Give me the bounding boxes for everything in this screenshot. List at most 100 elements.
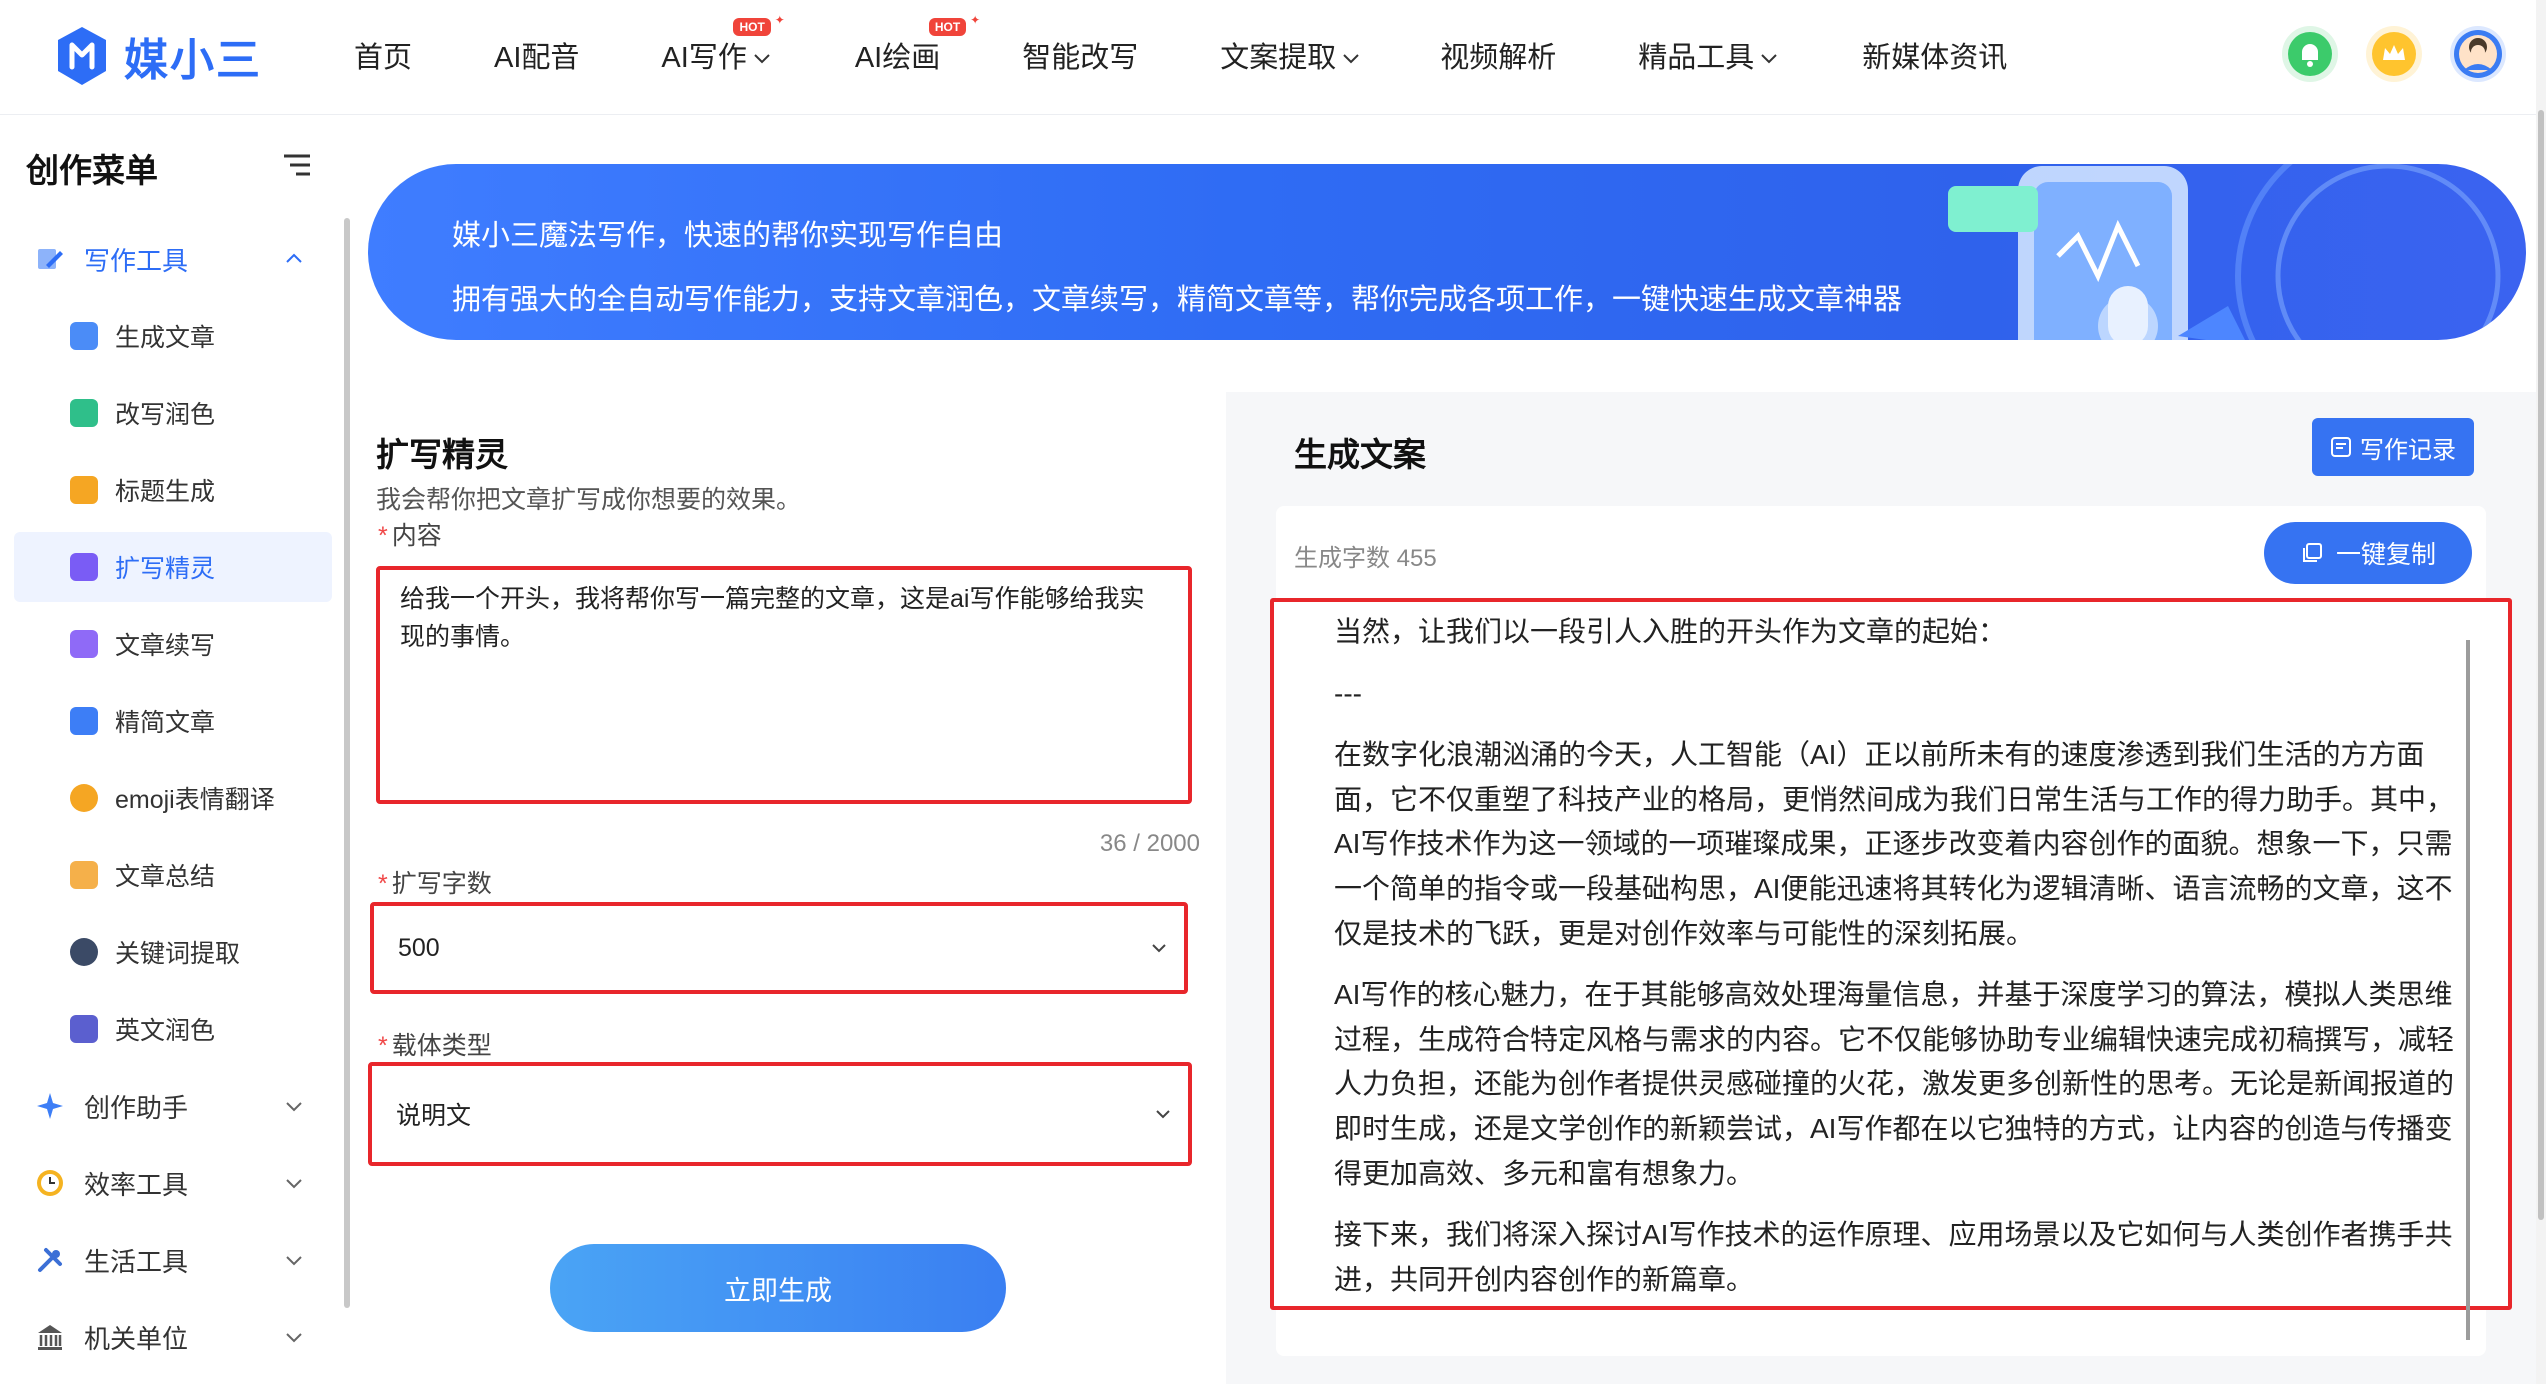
nav-ai-drawing[interactable]: AI绘画 HOT bbox=[854, 12, 981, 80]
content-label-text: 内容 bbox=[391, 522, 442, 550]
sidebar-item-generate-article[interactable]: 生成文章 bbox=[14, 301, 332, 371]
hot-badge: HOT bbox=[733, 12, 785, 36]
nav-home[interactable]: 首页 bbox=[354, 36, 412, 80]
nav-media-news[interactable]: 新媒体资讯 bbox=[1862, 36, 2007, 80]
nav-label: 视频解析 bbox=[1440, 42, 1557, 74]
output-paragraph: --- bbox=[1334, 677, 1362, 709]
brand-name: 媒小三 bbox=[124, 36, 262, 85]
nav-label: 精品工具 bbox=[1638, 42, 1755, 74]
tools-icon bbox=[38, 1248, 62, 1272]
nav-text-extract[interactable]: 文案提取 bbox=[1220, 36, 1362, 80]
sidebar-group-writing-tools[interactable]: 写作工具 bbox=[0, 224, 340, 294]
output-paragraph: 接下来，我们将深入探讨AI写作技术的运作原理、应用场景以及它如何与人类创作者携手… bbox=[1334, 1219, 2453, 1295]
simplify-icon bbox=[70, 707, 98, 735]
sidebar-group-label: 生活工具 bbox=[84, 1246, 189, 1277]
sidebar-item-label: 标题生成 bbox=[115, 478, 216, 506]
nav-label: 文案提取 bbox=[1220, 42, 1337, 74]
generated-word-count: 生成字数 455 bbox=[1294, 545, 1437, 572]
writing-history-button[interactable]: 写作记录 bbox=[2312, 418, 2474, 476]
sidebar-item-emoji-translate[interactable]: emoji表情翻译 bbox=[14, 763, 332, 833]
word-count-label-text: 扩写字数 bbox=[391, 870, 492, 898]
nav-label: 首页 bbox=[354, 42, 413, 74]
generate-button[interactable]: 立即生成 bbox=[550, 1244, 1006, 1332]
article-icon bbox=[70, 322, 98, 350]
sidebar: 创作菜单 写作工具 生成文章 改写润色 标题生成 扩写精灵 文章续写 精简文章 … bbox=[0, 116, 352, 1384]
page-scrollbar-thumb[interactable] bbox=[2538, 110, 2544, 1220]
history-icon bbox=[2331, 437, 2351, 457]
sidebar-item-continue-article[interactable]: 文章续写 bbox=[14, 609, 332, 679]
sidebar-item-label: emoji表情翻译 bbox=[115, 786, 275, 814]
required-mark: * bbox=[378, 870, 388, 898]
tool-title: 扩写精灵 bbox=[376, 436, 508, 473]
nav-smart-rewrite[interactable]: 智能改写 bbox=[1022, 36, 1138, 80]
output-scrollbar[interactable] bbox=[2466, 640, 2470, 1340]
sidebar-item-keyword-extract[interactable]: 关键词提取 bbox=[14, 917, 332, 987]
hot-badge: HOT bbox=[928, 12, 981, 36]
carrier-type-value: 说明文 bbox=[396, 1102, 472, 1130]
sidebar-group-life-tools[interactable]: 生活工具 bbox=[0, 1225, 340, 1295]
banner-illustration bbox=[1948, 164, 2508, 340]
sidebar-scrollbar[interactable] bbox=[344, 218, 350, 1308]
nav-ai-voice[interactable]: AI配音 bbox=[494, 36, 579, 80]
promo-banner: 媒小三魔法写作，快速的帮你实现写作自由 拥有强大的全自动写作能力，支持文章润色，… bbox=[368, 164, 2526, 340]
sidebar-item-label: 英文润色 bbox=[115, 1017, 216, 1045]
main-nav: 首页 AI配音 AI写作 HOT AI绘画 HOT 智能改写 文案提取 视频解析… bbox=[354, 12, 2007, 80]
nav-premium-tools[interactable]: 精品工具 bbox=[1638, 36, 1780, 80]
bell-icon[interactable] bbox=[2282, 26, 2338, 82]
sidebar-item-label: 关键词提取 bbox=[115, 940, 241, 968]
sidebar-item-english-polish[interactable]: 英文润色 bbox=[14, 994, 332, 1064]
sidebar-group-government[interactable]: 机关单位 bbox=[0, 1302, 340, 1372]
emoji-icon bbox=[70, 784, 98, 812]
content-label: * 内容 bbox=[378, 516, 442, 552]
banner-subline: 拥有强大的全自动写作能力，支持文章润色，文章续写，精简文章等，帮你完成各项工作，… bbox=[452, 284, 1903, 316]
output-title: 生成文案 bbox=[1294, 436, 1426, 473]
sidebar-title: 创作菜单 bbox=[26, 152, 158, 189]
collapse-menu-icon[interactable] bbox=[282, 152, 312, 178]
chevron-down-icon bbox=[286, 1256, 302, 1266]
sidebar-item-article-summary[interactable]: 文章总结 bbox=[14, 840, 332, 910]
chevron-down-icon bbox=[1343, 54, 1359, 64]
expand-icon bbox=[70, 553, 98, 581]
word-count-select[interactable]: 500 bbox=[370, 902, 1188, 994]
tool-description: 我会帮你把文章扩写成你想要的效果。 bbox=[376, 486, 802, 514]
keyword-icon bbox=[70, 938, 98, 966]
continue-icon bbox=[70, 630, 98, 658]
nav-label: AI绘画 bbox=[854, 42, 941, 74]
nav-video-parse[interactable]: 视频解析 bbox=[1440, 36, 1556, 80]
sidebar-group-label: 写作工具 bbox=[84, 245, 189, 276]
word-count-label: * 扩写字数 bbox=[378, 864, 492, 900]
nav-label: AI配音 bbox=[494, 42, 580, 74]
chevron-down-icon bbox=[1156, 1110, 1170, 1119]
chevron-down-icon bbox=[1761, 54, 1778, 64]
logo-icon bbox=[58, 27, 106, 85]
carrier-type-select[interactable]: 说明文 bbox=[368, 1062, 1192, 1166]
summary-icon bbox=[70, 861, 98, 889]
copy-all-label: 一键复制 bbox=[2335, 541, 2436, 569]
sidebar-item-simplify-article[interactable]: 精简文章 bbox=[14, 686, 332, 756]
crown-icon[interactable] bbox=[2366, 26, 2422, 82]
sidebar-group-creation-assistant[interactable]: 创作助手 bbox=[0, 1071, 340, 1141]
sidebar-item-label: 扩写精灵 bbox=[115, 555, 216, 583]
edit-icon bbox=[38, 249, 63, 269]
nav-label: 智能改写 bbox=[1022, 42, 1139, 74]
polish-icon bbox=[70, 399, 98, 427]
content-textarea[interactable]: 给我一个开头，我将帮你写一篇完整的文章，这是ai写作能够给我实现的事情。 bbox=[376, 566, 1192, 804]
sidebar-item-rewrite-polish[interactable]: 改写润色 bbox=[14, 378, 332, 448]
generated-text-box[interactable]: 当然，让我们以一段引人入胜的开头作为文章的起始： --- 在数字化浪潮汹涌的今天… bbox=[1270, 598, 2512, 1310]
sidebar-group-efficiency-tools[interactable]: 效率工具 bbox=[0, 1148, 340, 1218]
output-paragraph: 当然，让我们以一段引人入胜的开头作为文章的起始： bbox=[1334, 616, 2007, 647]
page-scrollbar[interactable] bbox=[2536, 0, 2546, 1384]
title-icon bbox=[70, 476, 98, 504]
required-mark: * bbox=[378, 522, 388, 550]
banner-headline: 媒小三魔法写作，快速的帮你实现写作自由 bbox=[452, 220, 1004, 252]
content-value: 给我一个开头，我将帮你写一篇完整的文章，这是ai写作能够给我实现的事情。 bbox=[400, 585, 1145, 651]
copy-all-button[interactable]: 一键复制 bbox=[2264, 522, 2472, 584]
writing-history-label: 写作记录 bbox=[2360, 436, 2456, 464]
char-counter: 36 / 2000 bbox=[1099, 830, 1200, 857]
sidebar-item-title-generate[interactable]: 标题生成 bbox=[14, 455, 332, 525]
nav-ai-writing[interactable]: AI写作 HOT bbox=[661, 12, 785, 80]
sidebar-item-expand-writer[interactable]: 扩写精灵 bbox=[14, 532, 332, 602]
chevron-down-icon bbox=[286, 1179, 302, 1189]
avatar[interactable] bbox=[2450, 26, 2506, 82]
brand-logo[interactable]: 媒小三 bbox=[54, 24, 262, 88]
